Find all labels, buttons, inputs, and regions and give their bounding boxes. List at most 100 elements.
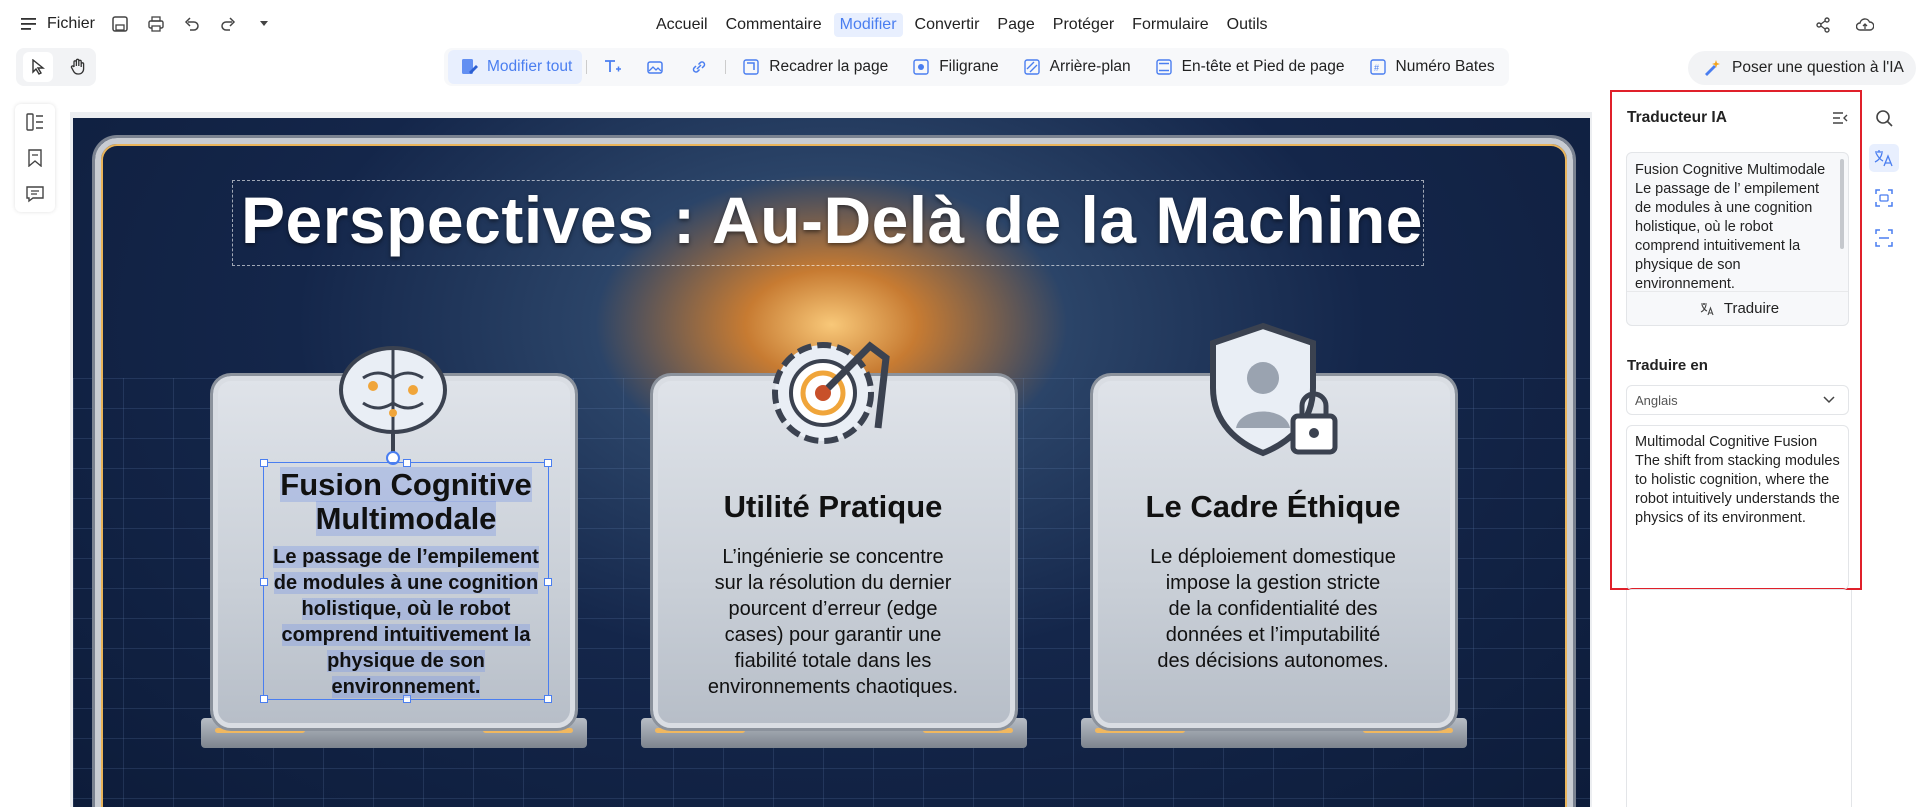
save-icon[interactable] <box>109 13 131 35</box>
card-1-body-line: environnement. <box>331 676 481 698</box>
slide-title[interactable]: Perspectives : Au-Delà de la Machine <box>241 182 1423 258</box>
target-language-select[interactable]: Anglais <box>1626 385 1849 415</box>
translate-icon <box>1696 298 1718 320</box>
link-icon <box>689 56 711 78</box>
svg-text:#: # <box>1374 63 1379 73</box>
translation-output-area[interactable]: Multimodal Cognitive Fusion The shift fr… <box>1626 425 1849 590</box>
card-2-body-line: environnements chaotiques. <box>707 676 959 698</box>
card-1-title[interactable]: Fusion Cognitive Multimodale <box>268 467 544 536</box>
menu-outils[interactable]: Outils <box>1221 13 1274 37</box>
translation-output[interactable]: Multimodal Cognitive Fusion The shift fr… <box>1635 433 1841 528</box>
card-1-body[interactable]: Le passage de l’empilement de modules à … <box>268 544 544 700</box>
collapse-panel-icon[interactable] <box>1829 107 1851 129</box>
hand-tool-icon[interactable] <box>67 56 89 78</box>
header-footer-button[interactable]: En-tête et Pied de page <box>1143 50 1355 84</box>
card-2-body-line: L’ingénierie se concentre <box>722 546 944 568</box>
target-language-label: Traduire en <box>1627 357 1708 374</box>
header-footer-label: En-tête et Pied de page <box>1181 58 1345 75</box>
add-text-button[interactable] <box>591 50 633 84</box>
card-3-body-line: impose la gestion stricte <box>1165 572 1381 594</box>
bates-number-icon: # <box>1367 56 1389 78</box>
panel-lower-area <box>1626 590 1852 807</box>
card-1-body-line: Le passage de l’empilement <box>273 546 539 568</box>
card-2-body-line: cases) pour garantir une <box>724 624 942 646</box>
source-text-area[interactable]: Fusion Cognitive Multimodale Le passage … <box>1626 152 1849 326</box>
print-icon[interactable] <box>145 13 167 35</box>
watermark-label: Filigrane <box>939 58 999 75</box>
brain-icon <box>339 346 447 465</box>
gear-target-icon <box>772 341 890 444</box>
comments-icon[interactable] <box>24 183 46 205</box>
card-1-title-line-2: Multimodale <box>315 501 497 536</box>
crop-icon <box>740 56 762 78</box>
menu-convertir[interactable]: Convertir <box>909 13 986 37</box>
background-button[interactable]: Arrière-plan <box>1011 50 1141 84</box>
card-1-body-line: holistique, où le robot <box>301 598 511 620</box>
target-language-value: Anglais <box>1635 392 1678 408</box>
card-1-body-line: de modules à une cognition <box>273 572 539 594</box>
crop-page-button[interactable]: Recadrer la page <box>730 50 898 84</box>
card-2-body[interactable]: L’ingénierie se concentre sur la résolut… <box>678 544 988 700</box>
menu-proteger[interactable]: Protéger <box>1047 13 1120 37</box>
bookmark-icon[interactable] <box>24 147 46 169</box>
translate-button[interactable]: Traduire <box>1627 291 1848 325</box>
cloud-upload-icon[interactable] <box>1854 14 1876 36</box>
card-2-title[interactable]: Utilité Pratique <box>663 490 1003 524</box>
toolbar-divider <box>586 60 588 74</box>
bates-number-button[interactable]: # Numéro Bates <box>1357 50 1505 84</box>
menu-page[interactable]: Page <box>991 13 1040 37</box>
background-icon <box>1021 56 1043 78</box>
search-icon[interactable] <box>1869 104 1899 132</box>
add-text-icon <box>601 56 623 78</box>
ocr-scan-icon[interactable] <box>1869 184 1899 212</box>
source-scrollbar[interactable] <box>1840 159 1844 249</box>
watermark-button[interactable]: Filigrane <box>900 50 1008 84</box>
ai-translate-icon[interactable] <box>1869 144 1899 172</box>
share-icon[interactable] <box>1812 14 1834 36</box>
card-2-body-line: pourcent d’erreur (edge <box>728 598 938 620</box>
card-1-title-line-1: Fusion Cognitive <box>280 467 532 502</box>
card-3-body[interactable]: Le déploiement domestique impose la gest… <box>1118 544 1428 674</box>
slide-page: Perspectives : Au-Delà de la Machine Fus… <box>73 118 1590 807</box>
menu-commentaire[interactable]: Commentaire <box>720 13 828 37</box>
card-2-body-line: fiabilité totale dans les <box>734 650 932 672</box>
add-link-button[interactable] <box>679 50 721 84</box>
edit-all-label: Modifier tout <box>487 58 573 75</box>
file-menu-label: Fichier <box>47 15 96 32</box>
edit-all-button[interactable]: Modifier tout <box>448 50 583 84</box>
card-1-body-line: comprend intuitivement la <box>281 624 531 646</box>
translate-label: Traduire <box>1723 300 1780 317</box>
edit-toolbar: Modifier tout Recadrer la page Filigrane… <box>444 48 1509 86</box>
card-3-body-line: de la confidentialité des <box>1168 598 1378 620</box>
thumbnails-icon[interactable] <box>24 111 46 133</box>
add-image-button[interactable] <box>635 50 677 84</box>
watermark-icon <box>910 56 932 78</box>
background-label: Arrière-plan <box>1049 58 1131 75</box>
source-text[interactable]: Fusion Cognitive Multimodale Le passage … <box>1635 161 1835 293</box>
edit-document-icon <box>458 56 480 78</box>
file-menu-button[interactable]: Fichier <box>18 13 95 35</box>
menu-formulaire[interactable]: Formulaire <box>1126 13 1214 37</box>
chevron-down-icon <box>1818 389 1840 411</box>
card-3-body-line: données et l’imputabilité <box>1165 624 1381 646</box>
ask-ai-label: Poser une question à l'IA <box>1732 59 1904 76</box>
hamburger-icon <box>18 13 40 35</box>
menu-accueil[interactable]: Accueil <box>650 13 714 37</box>
card-3-title[interactable]: Le Cadre Éthique <box>1103 490 1443 524</box>
translator-title: Traducteur IA <box>1627 109 1727 126</box>
toolbar-divider <box>725 60 727 74</box>
undo-icon[interactable] <box>181 13 203 35</box>
redo-icon[interactable] <box>217 13 239 35</box>
select-cursor-icon[interactable] <box>23 52 53 82</box>
bates-number-label: Numéro Bates <box>1395 58 1495 75</box>
menu-modifier[interactable]: Modifier <box>833 13 903 37</box>
scan-document-icon[interactable] <box>1869 224 1899 252</box>
shield-lock-icon <box>1210 322 1338 457</box>
dropdown-arrow-icon[interactable] <box>253 13 275 35</box>
quick-access: Fichier <box>18 13 275 35</box>
ask-ai-button[interactable]: Poser une question à l'IA <box>1688 51 1916 85</box>
card-2-body-line: sur la résolution du dernier <box>714 572 952 594</box>
header-footer-icon <box>1153 56 1175 78</box>
right-sidebar <box>1866 104 1902 252</box>
card-3-body-line: des décisions autonomes. <box>1157 650 1389 672</box>
